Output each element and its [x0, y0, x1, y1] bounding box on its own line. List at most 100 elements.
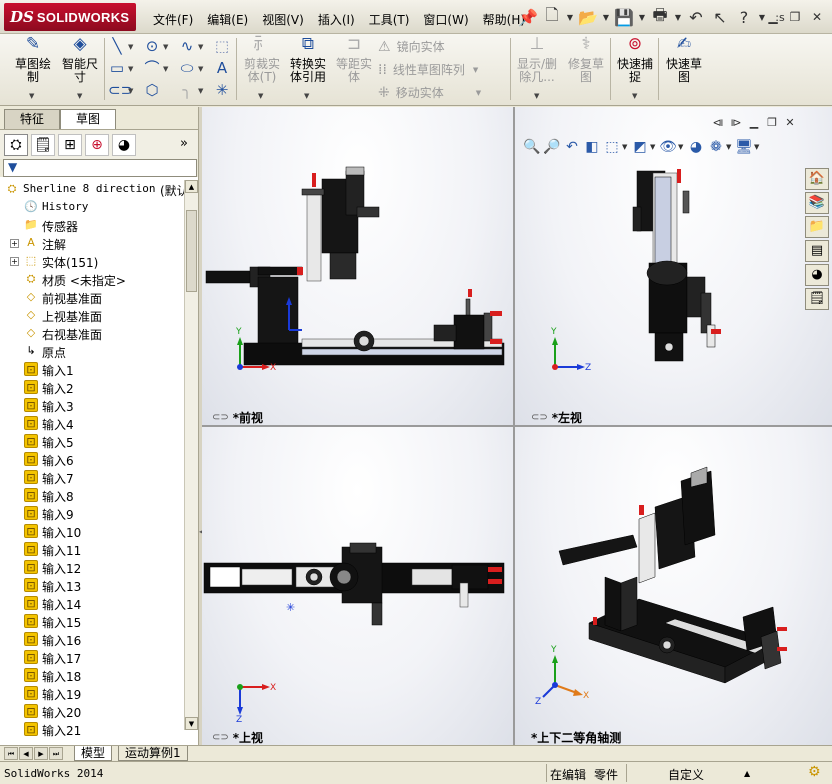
- view-palette-icon[interactable]: ▤: [805, 240, 829, 262]
- tree-item[interactable]: ⊡ 输入13: [0, 576, 184, 594]
- convert-entities-button[interactable]: ⧉ 转换实 体引用: [286, 36, 330, 84]
- linear-pattern-button[interactable]: ⁞⁞ 线性草图阵列 ▼: [378, 61, 478, 78]
- text-icon[interactable]: A: [213, 60, 231, 76]
- tree-item[interactable]: ⊡ 输入10: [0, 522, 184, 540]
- menu-file[interactable]: 文件(F): [146, 9, 200, 30]
- graphics-area[interactable]: Y X ⊂⊃ *前视 ⧏ ⧐ ▁ ❐ ✕ Y Z ⊂⊃ *左视 🔍 🔎 ↶ ◧ …: [202, 107, 832, 745]
- tab-sketch[interactable]: 草图: [60, 109, 116, 129]
- tree-item[interactable]: ⊡ 输入1: [0, 360, 184, 378]
- next-view-icon[interactable]: ⧐: [727, 115, 745, 130]
- tree-item[interactable]: ◇ 右视基准面: [0, 324, 184, 342]
- file-explorer-icon[interactable]: 📁: [805, 216, 829, 238]
- tree-item[interactable]: ⊡ 输入3: [0, 396, 184, 414]
- restore-icon[interactable]: ❐: [763, 115, 781, 130]
- previous-tab-icon[interactable]: ◀: [19, 747, 33, 760]
- edit-appearance-icon[interactable]: ◕: [686, 139, 706, 155]
- view-settings-icon[interactable]: 🖥: [734, 139, 754, 155]
- chevron-down-icon[interactable]: ▼: [650, 143, 658, 151]
- minimize-icon[interactable]: ▁: [762, 8, 784, 26]
- solidworks-logo[interactable]: DS SOLIDWORKS: [4, 3, 136, 31]
- display-manager-icon[interactable]: ◕: [112, 134, 136, 156]
- open-folder-icon[interactable]: 📂: [576, 6, 600, 28]
- tree-item[interactable]: ⊡ 输入16: [0, 630, 184, 648]
- chevron-down-icon[interactable]: ▼: [198, 43, 203, 51]
- chevron-down-icon[interactable]: ▼: [304, 92, 309, 100]
- next-tab-icon[interactable]: ▶: [34, 747, 48, 760]
- section-view-icon[interactable]: ◧: [582, 139, 602, 155]
- link-views-icon[interactable]: ⊂⊃: [212, 732, 229, 743]
- zoom-to-fit-icon[interactable]: 🔍: [522, 139, 542, 155]
- tree-vertical-scrollbar[interactable]: ▲ ▼: [184, 180, 198, 730]
- slot-icon[interactable]: ⊂⊃: [108, 82, 133, 98]
- chevron-down-icon[interactable]: ▼: [534, 92, 539, 100]
- viewport-top[interactable]: ✳ X Z ⊂⊃ *上视: [202, 427, 513, 745]
- appearances-scenes-icon[interactable]: ◕: [805, 264, 829, 286]
- previous-view-icon[interactable]: ⧏: [709, 115, 727, 130]
- tree-item[interactable]: ⊡ 输入5: [0, 432, 184, 450]
- chevron-down-icon[interactable]: ▼: [473, 66, 478, 74]
- viewport-front[interactable]: Y X ⊂⊃ *前视: [202, 107, 513, 425]
- chevron-down-icon[interactable]: ▼: [754, 143, 762, 151]
- tree-item[interactable]: ⊡ 输入20: [0, 702, 184, 720]
- save-icon[interactable]: 💾: [612, 6, 636, 28]
- last-tab-icon[interactable]: ⏭: [49, 747, 63, 760]
- chevron-down-icon[interactable]: ▼: [632, 92, 637, 100]
- design-library-icon[interactable]: 📚: [805, 192, 829, 214]
- chevron-up-icon[interactable]: ▲: [744, 769, 750, 778]
- chevron-down-icon[interactable]: ▼: [678, 143, 686, 151]
- viewport-dimetric[interactable]: Y X Z *上下二等角轴测: [515, 427, 832, 745]
- menu-edit[interactable]: 编辑(E): [200, 9, 255, 30]
- zoom-to-area-icon[interactable]: 🔎: [542, 139, 562, 155]
- tree-item[interactable]: 🕓 History: [0, 198, 184, 216]
- tree-item[interactable]: ⊡ 输入14: [0, 594, 184, 612]
- tree-item[interactable]: ⊡ 输入8: [0, 486, 184, 504]
- arc-icon[interactable]: ⌒: [143, 60, 161, 76]
- chevron-down-icon[interactable]: ▼: [77, 92, 82, 100]
- rebuild-status-icon[interactable]: ⚙: [808, 764, 821, 780]
- close-icon[interactable]: ✕: [781, 115, 799, 130]
- chevron-down-icon[interactable]: ▼: [198, 87, 203, 95]
- menu-insert[interactable]: 插入(I): [311, 9, 362, 30]
- scroll-down-icon[interactable]: ▼: [185, 717, 198, 730]
- circle-icon[interactable]: ⊙: [143, 38, 161, 54]
- tab-model[interactable]: 模型: [74, 746, 113, 761]
- configuration-manager-icon[interactable]: ⊞: [58, 134, 82, 156]
- unit-system-selector[interactable]: 自定义: [668, 766, 704, 783]
- display-style-icon[interactable]: ◩: [630, 139, 650, 155]
- fillet-icon[interactable]: ╮: [178, 82, 196, 98]
- tree-item[interactable]: ⊡ 输入12: [0, 558, 184, 576]
- print-icon[interactable]: 🖶: [648, 5, 672, 28]
- menu-window[interactable]: 窗口(W): [416, 9, 475, 30]
- previous-view-icon[interactable]: ↶: [562, 139, 582, 155]
- chevron-down-icon[interactable]: ▼: [258, 92, 263, 100]
- scroll-thumb[interactable]: [186, 210, 197, 292]
- chevron-down-icon[interactable]: ▼: [622, 143, 630, 151]
- help-icon[interactable]: ?: [732, 6, 756, 28]
- pin-icon[interactable]: 📌: [516, 6, 540, 28]
- dimxpert-manager-icon[interactable]: ⊕: [85, 134, 109, 156]
- ellipse-icon[interactable]: ⬭: [178, 60, 196, 76]
- chevron-down-icon[interactable]: ▼: [636, 6, 648, 28]
- tree-item[interactable]: ⊡ 输入15: [0, 612, 184, 630]
- undo-icon[interactable]: ↶: [684, 6, 708, 28]
- hide-show-items-icon[interactable]: 👁: [658, 139, 678, 155]
- tree-item[interactable]: ⊡ 输入21: [0, 720, 184, 738]
- chevron-down-icon[interactable]: ▼: [29, 92, 34, 100]
- minimize-icon[interactable]: ▁: [745, 115, 763, 130]
- tree-item[interactable]: ⊡ 输入2: [0, 378, 184, 396]
- tree-item[interactable]: ⊡ 输入19: [0, 684, 184, 702]
- tree-item[interactable]: + ⬚ 实体(151): [0, 252, 184, 270]
- offset-entities-button[interactable]: ⊐ 等距实 体: [332, 36, 376, 84]
- chevron-down-icon[interactable]: ▼: [476, 89, 481, 97]
- tree-filter-input[interactable]: ▼: [3, 159, 197, 177]
- tree-item[interactable]: ⛭ 材质 <未指定>: [0, 270, 184, 288]
- restore-icon[interactable]: ❐: [784, 8, 806, 26]
- new-document-icon[interactable]: 🗋: [540, 5, 564, 28]
- tree-item[interactable]: ⊡ 输入6: [0, 450, 184, 468]
- tree-item[interactable]: ◇ 前视基准面: [0, 288, 184, 306]
- tree-item[interactable]: ⊡ 输入11: [0, 540, 184, 558]
- tree-item[interactable]: ⊡ 输入7: [0, 468, 184, 486]
- quick-snaps-button[interactable]: ⊚ 快速捕 捉: [614, 36, 656, 84]
- polygon-icon[interactable]: ⬡: [143, 82, 161, 98]
- menu-tools[interactable]: 工具(T): [362, 9, 417, 30]
